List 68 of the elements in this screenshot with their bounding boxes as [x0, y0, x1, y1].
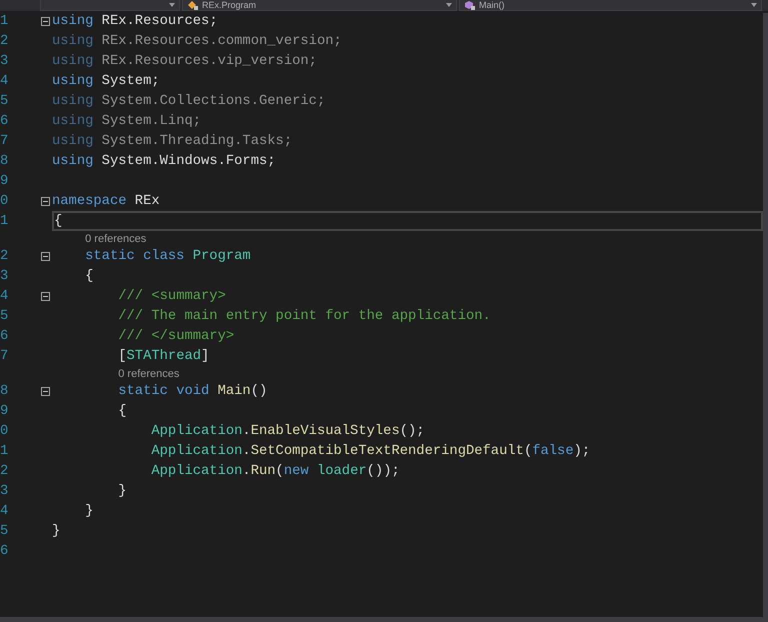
- line-number: 6: [0, 328, 10, 344]
- line-number: 4: [0, 74, 10, 88]
- line-number: 7: [0, 134, 10, 148]
- line-number: 0: [0, 194, 10, 208]
- collapse-icon[interactable]: [40, 252, 50, 260]
- line-number: 1: [0, 214, 10, 228]
- line-number: 6: [0, 544, 10, 558]
- code-line: using System.Collections.Generic;: [52, 94, 326, 108]
- line-number: 2: [0, 248, 10, 264]
- line-number: 9: [0, 174, 10, 188]
- dropdown[interactable]: REx.Program: [182, 0, 457, 11]
- code-line: using System.Threading.Tasks;: [52, 134, 292, 148]
- line-number: 7: [0, 348, 10, 364]
- line-number: 5: [0, 524, 10, 538]
- line-number: 5: [0, 308, 10, 324]
- method-icon: [464, 0, 476, 10]
- code-line: using REx.Resources.vip_version;: [52, 54, 317, 68]
- line-number: 4: [0, 288, 10, 304]
- collapse-icon[interactable]: [40, 292, 50, 300]
- code-line: /// The main entry point for the application.: [118, 308, 491, 324]
- code-line: using REx.Resources.common_version;: [52, 34, 342, 48]
- collapse-icon[interactable]: [40, 196, 50, 206]
- line-number: 2: [0, 34, 10, 48]
- code-line: {: [85, 268, 94, 284]
- references-link[interactable]: 0 references: [118, 368, 180, 380]
- class-icon: [187, 0, 199, 10]
- dropdown-label: REx.Program: [202, 0, 258, 10]
- caret-icon: [751, 3, 757, 7]
- caret-icon: [446, 3, 452, 7]
- code-line: [STAThread]: [118, 348, 210, 364]
- code-line: static void Main(): [118, 384, 268, 398]
- dropdown-label: Main(): [479, 0, 506, 10]
- collapse-icon[interactable]: [40, 386, 50, 396]
- vertical-scrollbar[interactable]: [763, 13, 768, 617]
- dropdown[interactable]: Main(): [459, 0, 762, 11]
- code-line: Application.Run(new loader());: [151, 464, 400, 478]
- line-number: 2: [0, 464, 10, 478]
- line-number: 8: [0, 154, 10, 168]
- line-number: 8: [0, 384, 10, 398]
- code-line: }: [85, 504, 94, 518]
- line-number: 0: [0, 424, 10, 438]
- line-number: 1: [0, 14, 10, 28]
- line-number: 6: [0, 114, 10, 128]
- code-line: using System;: [52, 74, 160, 88]
- references-link[interactable]: 0 references: [85, 232, 146, 244]
- code-line: using System.Windows.Forms;: [52, 154, 276, 168]
- code-line: Application.SetCompatibleTextRenderingDefault(false);: [151, 444, 590, 458]
- line-number: 3: [0, 54, 10, 68]
- line-number: 3: [0, 268, 10, 284]
- code-line: }: [118, 484, 127, 498]
- code-line: {: [54, 214, 62, 228]
- line-number: 5: [0, 94, 10, 108]
- code-line: static class Program: [85, 248, 251, 264]
- code-line: Application.EnableVisualStyles();: [151, 424, 425, 438]
- line-number: 9: [0, 404, 10, 418]
- line-number: 1: [0, 444, 10, 458]
- code-line: using REx.Resources;: [52, 14, 218, 28]
- code-line: using System.Linq;: [52, 114, 202, 128]
- code-line: }: [52, 524, 60, 538]
- code-line: /// </summary>: [118, 328, 234, 344]
- line-number: 3: [0, 484, 10, 498]
- code-line: {: [118, 404, 127, 418]
- code-line: /// <summary>: [118, 288, 226, 304]
- code-line: namespace REx: [52, 194, 160, 208]
- line-number: 4: [0, 504, 10, 518]
- collapse-icon[interactable]: [40, 16, 50, 26]
- horizontal-scrollbar[interactable]: [0, 617, 768, 622]
- caret-icon: [169, 3, 175, 7]
